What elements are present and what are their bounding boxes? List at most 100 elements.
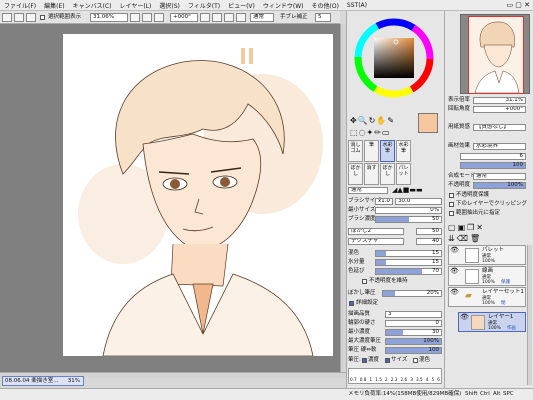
new-layer-icon[interactable]: ▢ [448,223,458,232]
brush-density-bar[interactable]: 50 [375,216,442,223]
brush-dot-presets[interactable]: 0.7 0.8 1 1.5 2 2.3 2.6 3 3.5 4 5 6 [348,368,442,384]
brush-blend-select[interactable]: 通常 [348,187,388,194]
zoom-field[interactable]: 31.06% [90,13,128,22]
flip-button[interactable] [236,13,246,22]
tool-erase[interactable]: 消す [364,163,379,185]
document-tab[interactable]: 08.06.04 楽描き室... 31% [2,376,84,386]
brush-size-mult[interactable]: x1.0 [375,198,393,205]
tool-watercolor-2[interactable]: 水彩筆 [396,140,411,162]
deselect-button[interactable] [26,13,36,22]
eye-icon[interactable]: 👁 [450,247,459,254]
copy-layer-icon[interactable]: ❐ [467,223,476,232]
selection-visible-checkbox[interactable] [40,15,45,20]
tool-eraser[interactable]: 消しゴム [348,140,363,162]
rotate-reset-button[interactable] [224,13,234,22]
menu-other[interactable]: その他(O) [308,1,343,10]
effect-strength-bar[interactable]: 100 [460,162,526,169]
menu-edit[interactable]: 編集(E) [40,1,68,10]
clear-layer-icon[interactable]: ⌫ [457,234,470,243]
min-size-field[interactable]: 0% [375,207,442,214]
dot-size-5[interactable]: 2.3 [391,377,398,382]
eye-icon[interactable]: 👁 [450,268,459,275]
menu-filter[interactable]: フィルタ(T) [184,1,224,10]
dot-size-7[interactable]: 3 [410,377,413,382]
new-set-icon[interactable]: ▣ [458,223,468,232]
blur-pressure-bar[interactable]: 20% [382,290,442,297]
menu-layer[interactable]: レイヤー(L) [116,1,156,10]
tool-blur-2[interactable]: ぼかし [380,163,395,185]
keep-opacity-checkbox[interactable] [362,279,367,284]
rotate-right-button[interactable] [212,13,222,22]
menu-file[interactable]: ファイル(F) [0,1,40,10]
rotate-left-button[interactable] [200,13,210,22]
persistence-bar[interactable]: 70 [375,268,442,275]
texture-bar[interactable]: 40 [416,238,442,245]
brush-shape-icons[interactable]: ◢▲■▬▬ [392,186,442,195]
select-pen-icon[interactable]: ✏ [374,128,382,137]
pressure-bar[interactable]: 100 [385,347,442,354]
dot-size-8[interactable]: 3.5 [416,377,423,382]
max-density-bar[interactable]: 100% [385,338,442,345]
zoom-reset-button[interactable] [154,13,164,22]
protect-opacity-checkbox[interactable] [449,193,454,198]
layer-scrollbar[interactable] [527,245,532,385]
layer-opacity-bar[interactable]: 100% [473,182,526,189]
blend-select[interactable]: 通常 [250,13,274,22]
pressure-size-checkbox[interactable] [385,358,390,363]
eye-icon[interactable]: 👁 [450,289,459,296]
layer-row-set[interactable]: 👁 ▰ レイヤーセット1 通常 100% 閉 [448,287,526,307]
blend-mode-select[interactable]: 通常 [473,173,526,180]
tool-watercolor-1[interactable]: 水彩筆 [380,140,395,162]
blending-bar[interactable]: 15 [375,250,442,257]
dot-size-11[interactable]: 6 [437,377,440,382]
select-eraser-icon[interactable]: ▭ [382,128,391,137]
brush-size-field[interactable]: 30.0 [395,198,442,205]
pressure-density-checkbox[interactable] [362,358,367,363]
layer-toolbar[interactable]: ▢▣❐✕ ⇊⌫🗑 [448,222,528,244]
trash-icon[interactable]: 🗑 [470,234,482,243]
paper-effect-select[interactable]: 水彩境界 [473,143,526,150]
dot-size-6[interactable]: 2.6 [401,377,408,382]
lasso-icon[interactable]: ◌ [359,128,367,137]
texture-select[interactable]: テクスチャ [348,238,404,245]
selection-tools[interactable]: ✥🔍↻✋✎ ⬚◌✦✏▭ [350,115,410,139]
menu-canvas[interactable]: キャンバス(C) [69,1,116,10]
angle-field[interactable]: +000° [170,13,198,22]
hand-icon[interactable]: ✋ [376,116,387,125]
detail-settings-checkbox[interactable] [349,301,354,306]
zoom-in-button[interactable] [142,13,152,22]
clip-checkbox[interactable] [449,202,454,207]
pressure-blend-checkbox[interactable] [413,358,418,363]
layer-row-lineart[interactable]: 👁 線画 通常 100% 保護 [448,266,526,286]
nav-zoom-field[interactable]: 31.1% [473,97,526,104]
dot-size-1[interactable]: 0.8 [360,377,367,382]
select-source-checkbox[interactable] [449,211,454,216]
menu-select[interactable]: 選択(S) [155,1,184,10]
undo-button[interactable] [2,13,12,22]
edge-hardness-bar[interactable]: 0 [385,320,442,327]
tool-brush[interactable]: 筆 [364,140,379,162]
nav-angle-field[interactable]: +000° [473,106,526,113]
delete-layer-icon[interactable]: ✕ [476,223,485,232]
effect-width-bar[interactable]: 6 [460,153,526,160]
dot-size-10[interactable]: 5 [432,377,435,382]
quality-select[interactable]: 3 [385,311,442,318]
move-icon[interactable]: ✥ [350,116,358,125]
min-density-bar[interactable]: 30 [385,329,442,336]
eye-icon[interactable]: 👁 [460,314,469,321]
rect-select-icon[interactable]: ⬚ [350,128,359,137]
merge-down-icon[interactable]: ⇊ [448,234,457,243]
dilution-bar[interactable]: 15 [375,259,442,266]
canvas-paper[interactable] [63,34,333,357]
layer-row-layer1[interactable]: 👁 レイヤー1 通常 100% 作画 [458,312,526,332]
dot-size-4[interactable]: 2 [385,377,388,382]
dot-size-0[interactable]: 0.7 [350,377,357,382]
dot-size-3[interactable]: 1.5 [375,377,382,382]
menu-window[interactable]: ウィンドウ(W) [259,1,308,10]
stabilizer-field[interactable]: 5 [315,13,331,22]
navigator[interactable] [460,14,530,94]
paper-texture-select[interactable]: 【質感なし】 [473,124,526,131]
menu-sst[interactable]: SST(A) [343,2,371,9]
tool-palette[interactable]: パレット [396,163,411,185]
zoom-tool-icon[interactable]: 🔍 [358,116,369,125]
